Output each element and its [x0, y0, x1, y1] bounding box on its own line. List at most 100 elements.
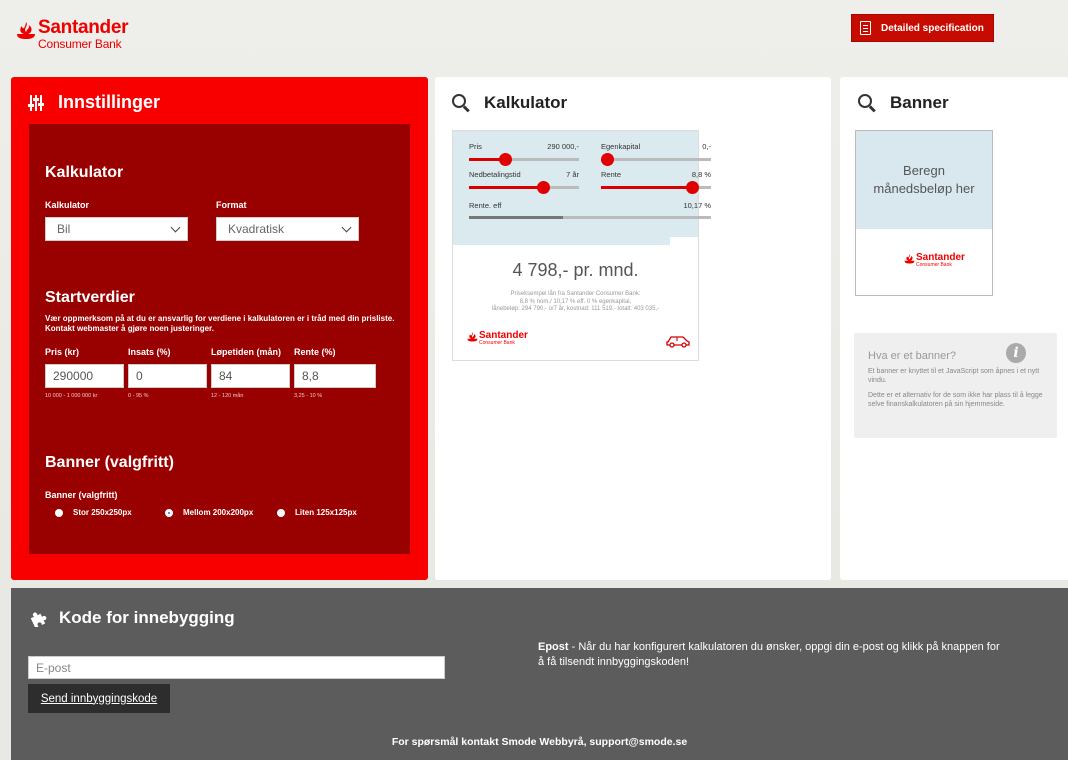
chevron-down-icon [170, 222, 181, 232]
price-example-line: lånebeløp: 294 790,- o/7 år, kostnad: 11… [491, 306, 660, 312]
effective-rate-value: 10,17 % [683, 201, 711, 210]
banner-line2: månedsbeløp her [873, 181, 975, 196]
interest-input[interactable]: 8,8 [294, 364, 376, 388]
slider-price-label: Pris [469, 142, 482, 151]
search-icon [858, 94, 876, 112]
slider-knob[interactable] [536, 181, 550, 194]
monthly-payment: 4 798,- pr. mnd. [512, 260, 639, 280]
slider-price[interactable] [469, 153, 579, 166]
deposit-input[interactable]: 0 [128, 364, 207, 388]
banner-preview[interactable]: Beregn månedsbeløp her Santander Consume… [855, 130, 993, 296]
banner-option-large[interactable]: Stor 250x250px [55, 508, 132, 517]
interest-hint: 3,25 - 10 % [294, 393, 323, 399]
banner-title: Banner [858, 93, 949, 113]
contact-footer: For spørsmål kontakt Smode Webbyrå, supp… [391, 736, 688, 748]
slider-interest-label: Rente [601, 170, 622, 179]
flame-icon [904, 254, 915, 264]
banner-info-text-2: Dette er et alternativ for de som ikke h… [868, 392, 1043, 408]
term-label: Løpetiden (mån) [211, 347, 281, 357]
slider-interest[interactable] [601, 181, 711, 194]
page: Santander Consumer Bank Detailed specifi… [0, 0, 1068, 760]
interest-label: Rente (%) [294, 347, 336, 357]
price-example-line: 8,8 % nom./ 10,17 % eff. 0 % egenkapital… [519, 298, 632, 305]
banner-logo-sub: Consumer Bank [916, 262, 952, 268]
banner-option-large-label: Stor 250x250px [73, 508, 132, 517]
deposit-hint: 0 - 95 % [128, 393, 149, 399]
santander-logo[interactable]: Santander Consumer Bank [16, 17, 129, 51]
slider-knob[interactable] [686, 181, 700, 194]
detailed-specification-button[interactable]: Detailed specification [851, 14, 994, 42]
calculator-santander-logo: Santander Consumer Bank [467, 331, 528, 346]
calculator-label: Kalkulator [45, 200, 90, 210]
slider-term-value: 7 år [566, 170, 579, 179]
banner-option-medium[interactable]: Mellom 200x200px [165, 508, 253, 517]
price-example: Priseksempel lån fra Santander Consumer … [461, 291, 690, 314]
settings-title: Innstillinger [28, 92, 160, 113]
settings-panel: Innstillinger Kalkulator Kalkulator Form… [11, 77, 428, 580]
settings-form: Kalkulator Kalkulator Format Bil Kvadrat… [29, 124, 410, 554]
radio-icon [277, 508, 285, 517]
slider-knob[interactable] [601, 153, 614, 166]
email-instructions-bold: Epost [538, 641, 569, 653]
slider-knob[interactable] [499, 153, 513, 166]
calculator-section-title: Kalkulator [45, 164, 124, 181]
banner-santander-logo: Santander Consumer Bank [904, 253, 965, 268]
flame-icon [467, 332, 478, 342]
banner-panel: Banner Beregn månedsbeløp her Santander … [840, 77, 1068, 580]
deposit-label: Insats (%) [128, 347, 171, 357]
start-values-section-title: Startverdier [45, 289, 135, 306]
banner-info-text-1: Et banner er knyttet til et JavaScript s… [868, 368, 1040, 384]
slider-interest-value: 8,8 % [691, 170, 711, 179]
search-icon [452, 94, 470, 112]
price-example-line: Priseksempel lån fra Santander Consumer … [510, 291, 641, 297]
calculator-preview: Pris 290 000,- Egenkapital 0,- Nedbetali… [452, 130, 711, 361]
email-instructions: Epost - Når du har konfigurert kalkulato… [538, 640, 1008, 670]
detailed-specification-label: Detailed specification [881, 22, 984, 34]
slider-equity-label: Egenkapital [601, 142, 641, 151]
embed-title: Kode for innebygging [29, 608, 235, 628]
banner-info-title: Hva er et banner? [868, 350, 957, 362]
brand-name: Santander [38, 17, 129, 38]
slider-price-value: 290 000,- [547, 142, 579, 151]
info-icon: i [1006, 343, 1026, 363]
banner-option-medium-label: Mellom 200x200px [183, 508, 254, 517]
car-icon [666, 336, 690, 348]
price-hint: 10 000 - 1 000 000 kr [45, 393, 98, 399]
radio-selected-icon [165, 508, 173, 517]
embed-title-text: Kode for innebygging [59, 608, 235, 627]
term-input[interactable]: 84 [211, 364, 290, 388]
calculator-title-text: Kalkulator [484, 93, 568, 112]
email-input[interactable]: E-post [28, 656, 445, 679]
effective-rate-label: Rente. eff [469, 201, 502, 210]
radio-icon [55, 508, 63, 517]
embed-section: Kode for innebygging E-post Send innbygg… [11, 588, 1068, 760]
slider-term[interactable] [469, 181, 579, 194]
document-icon [860, 21, 871, 35]
format-select[interactable]: Kvadratisk [216, 217, 359, 241]
format-label: Format [216, 200, 247, 210]
banner-option-small-label: Liten 125x125px [295, 508, 357, 517]
responsibility-note: Vær oppmerksom på at du er ansvarlig for… [45, 314, 395, 333]
banner-info-box: Hva er et banner? i Et banner er knyttet… [854, 333, 1057, 438]
price-label: Pris (kr) [45, 347, 80, 357]
slider-term-label: Nedbetalingstid [469, 170, 521, 179]
format-select-value: Kvadratisk [228, 222, 285, 236]
banner-title-text: Banner [890, 93, 949, 112]
effective-rate-bar [469, 216, 711, 219]
send-embed-code-button[interactable]: Send innbyggingskode [28, 684, 170, 713]
puzzle-icon [30, 612, 47, 627]
calculator-sliders-area: Pris 290 000,- Egenkapital 0,- Nedbetali… [453, 131, 711, 245]
sliders-icon [28, 94, 44, 111]
calculator-select-value: Bil [57, 222, 71, 236]
banner-label: Banner (valgfritt) [45, 490, 118, 500]
calculator-select[interactable]: Bil [45, 217, 188, 241]
email-instructions-text: - Når du har konfigurert kalkulatoren du… [538, 641, 1000, 668]
brand-sub: Consumer Bank [38, 37, 122, 51]
calculator-title: Kalkulator [452, 93, 567, 113]
term-hint: 12 - 120 mån [211, 393, 244, 399]
banner-section-title: Banner (valgfritt) [45, 454, 174, 471]
price-input[interactable]: 290000 [45, 364, 124, 388]
flame-icon [17, 22, 35, 39]
slider-equity[interactable] [601, 153, 711, 166]
banner-option-small[interactable]: Liten 125x125px [277, 508, 357, 517]
